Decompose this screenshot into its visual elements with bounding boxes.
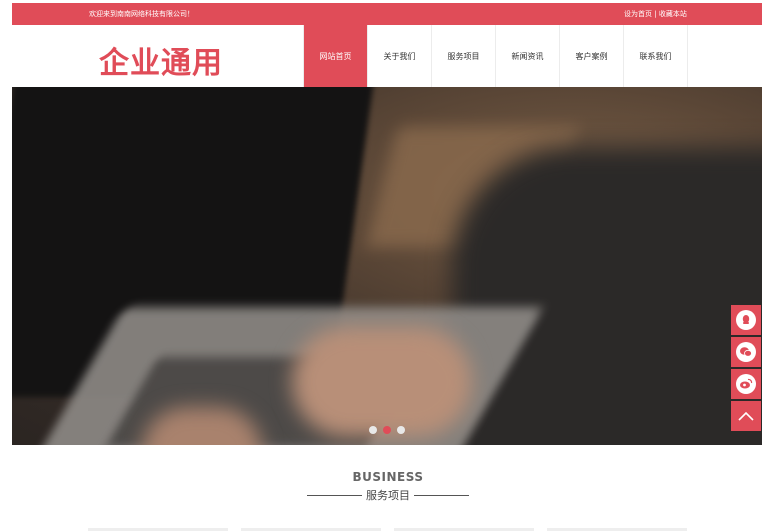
top-bar: 欢迎来到南南网络科技有限公司！ 设为首页 | 收藏本站 xyxy=(12,3,762,25)
qq-button[interactable] xyxy=(731,305,761,335)
set-home-link[interactable]: 设为首页 xyxy=(624,10,652,18)
top-links: 设为首页 | 收藏本站 xyxy=(624,9,687,19)
nav-item-about[interactable]: 关于我们 xyxy=(368,25,432,87)
divider-line xyxy=(307,494,362,496)
slider-dot-2[interactable] xyxy=(383,426,391,434)
slider-dots xyxy=(369,426,405,434)
slider-dot-1[interactable] xyxy=(369,426,377,434)
slider-dot-3[interactable] xyxy=(397,426,405,434)
logo[interactable]: 企业通用 xyxy=(99,38,223,82)
nav-item-news[interactable]: 新闻资讯 xyxy=(496,25,560,87)
nav-item-home[interactable]: 网站首页 xyxy=(304,25,368,87)
section-title-en: BUSINESS xyxy=(352,470,424,484)
welcome-text: 欢迎来到南南网络科技有限公司！ xyxy=(89,10,194,18)
floating-sidebar xyxy=(731,305,761,433)
weibo-button[interactable] xyxy=(731,369,761,399)
nav-item-cases[interactable]: 客户案例 xyxy=(560,25,624,87)
business-section-heading: BUSINESS 服务项目 xyxy=(0,470,776,503)
banner-image-hand xyxy=(292,327,472,437)
main-nav: 网站首页 关于我们 服务项目 新闻资讯 客户案例 联系我们 xyxy=(303,25,688,87)
wechat-button[interactable] xyxy=(731,337,761,367)
back-to-top-button[interactable] xyxy=(731,401,761,431)
weibo-icon xyxy=(736,374,756,394)
banner-image-person xyxy=(452,147,762,445)
qq-icon xyxy=(736,310,756,330)
divider-line xyxy=(414,494,469,496)
nav-item-contact[interactable]: 联系我们 xyxy=(624,25,688,87)
nav-item-services[interactable]: 服务项目 xyxy=(432,25,496,87)
wechat-icon xyxy=(736,342,756,362)
separator: | xyxy=(654,10,657,18)
section-title-cn: 服务项目 xyxy=(366,489,410,502)
bookmark-link[interactable]: 收藏本站 xyxy=(659,10,687,18)
header: 企业通用 网站首页 关于我们 服务项目 新闻资讯 客户案例 联系我们 xyxy=(12,25,762,87)
back-to-top-icon xyxy=(738,411,754,421)
hero-banner[interactable] xyxy=(12,87,762,445)
